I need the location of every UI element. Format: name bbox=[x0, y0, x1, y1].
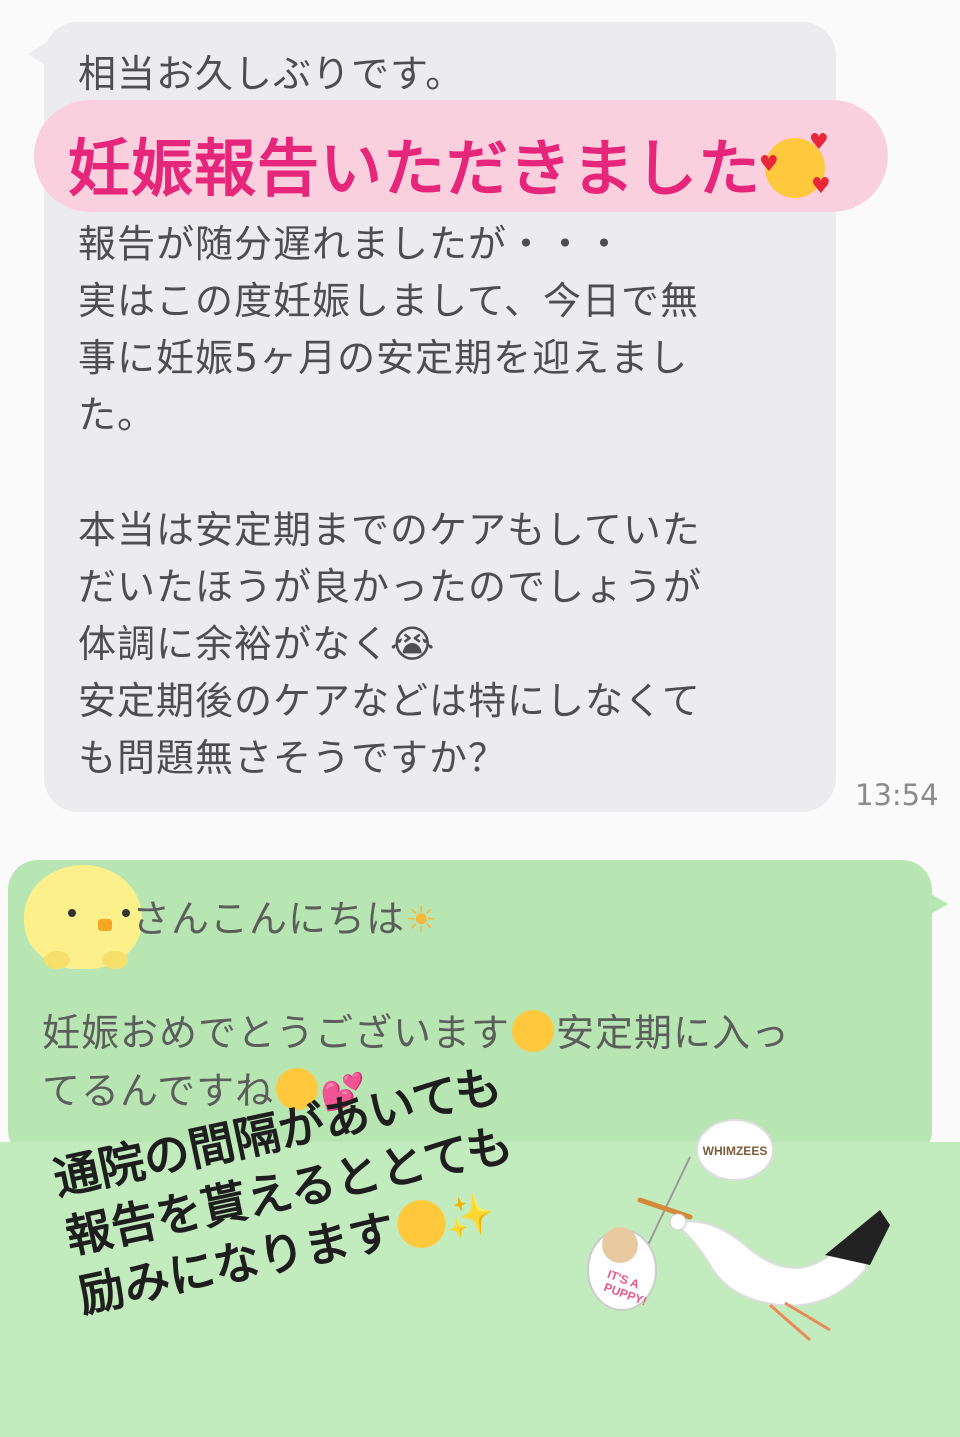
chat-screen: 相当お久しぶりです。 報告が随分遅れましたが・・・ 実はこの度妊娠しまして、今日… bbox=[0, 0, 960, 1437]
sticker-brand-text: WHIMZEES bbox=[703, 1144, 768, 1158]
message-timestamp: 13:54 bbox=[855, 778, 939, 812]
incoming-paragraph-2: 本当は安定期までのケアもしていた だいたほうが良かったのでしょうが 体調に余裕が… bbox=[78, 508, 703, 780]
incoming-greeting: 相当お久しぶりです。 bbox=[78, 52, 465, 96]
reply-greeting-text: さんこんにちは bbox=[132, 897, 406, 941]
reply-greeting: さんこんにちは☀ bbox=[132, 888, 438, 943]
chick-avatar-icon bbox=[24, 865, 142, 969]
smiling-face-with-hearts-icon: ♥ ♥ ♥ bbox=[759, 130, 832, 199]
incoming-paragraph-1: 報告が随分遅れましたが・・・ 実はこの度妊娠しまして、今日で無 事に妊娠5ヶ月の… bbox=[78, 222, 699, 437]
sun-icon: ☀ bbox=[405, 900, 439, 941]
reply-line-1-text: 妊娠おめでとうございます bbox=[42, 1011, 511, 1055]
sparkles-icon: ✨ bbox=[440, 1189, 500, 1245]
reply-line-1b-text: 安定期に入っ bbox=[556, 1011, 791, 1055]
stork-sticker-icon: WHIMZEES IT'S A PUPPY! bbox=[587, 1119, 890, 1342]
partying-face-icon bbox=[512, 1010, 555, 1052]
highlight-banner-text: 妊娠報告いただきました ♥ ♥ ♥ bbox=[68, 118, 832, 208]
outgoing-bubble-tail bbox=[924, 890, 948, 918]
reply-line-1: 妊娠おめでとうございます 安定期に入っ bbox=[42, 1002, 790, 1057]
reply-line-2-text: てるんですね bbox=[42, 1069, 275, 1113]
highlight-banner-label: 妊娠報告いただきました bbox=[68, 132, 762, 205]
